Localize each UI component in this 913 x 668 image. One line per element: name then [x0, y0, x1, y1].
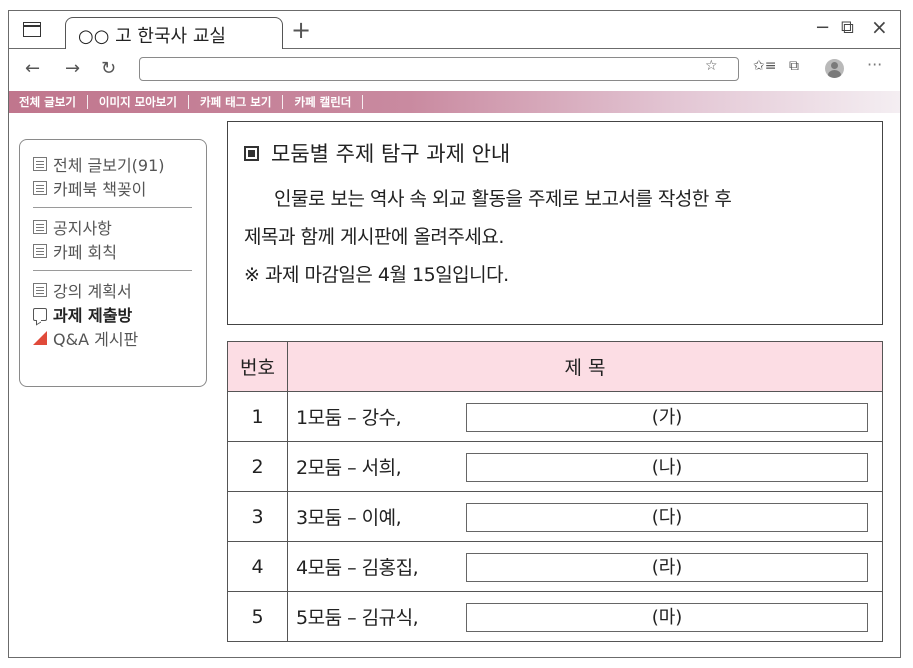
favorite-star-icon[interactable]: ☆	[705, 58, 718, 74]
row-number: 1	[227, 391, 288, 442]
sidebar-item-label: Q&A 게시판	[53, 330, 139, 349]
row-group: 2모둠 – 서희,	[296, 457, 402, 479]
menu-all-posts[interactable]: 전체 글보기	[19, 95, 88, 109]
notice-title-text: 모둠별 주제 탐구 과제 안내	[271, 142, 511, 166]
row-group: 1모둠 – 강수,	[296, 407, 402, 429]
back-icon[interactable]: ←	[25, 58, 40, 79]
row-number: 2	[227, 441, 288, 492]
sidebar-divider	[33, 270, 192, 271]
notice-line: 인물로 보는 역사 속 외교 활동을 주제로 보고서를 작성한 후	[274, 188, 732, 210]
sidebar-item-label: 카페 회칙	[53, 243, 117, 262]
row-number: 4	[227, 541, 288, 592]
table-header-row: 번호 제 목	[227, 341, 883, 392]
notice-title: 모둠별 주제 탐구 과제 안내	[244, 138, 868, 168]
address-bar[interactable]	[139, 57, 739, 81]
title-answer-box: (마)	[466, 603, 868, 632]
square-bullet-icon	[244, 145, 259, 161]
document-icon	[33, 181, 47, 195]
row-title-cell[interactable]: 3모둠 – 이예, (다)	[287, 491, 883, 542]
browser-window: ○○ 고 한국사 교실 + − ⧉ × ← → ↻ ☆ ✩≡ ⧉ ··· 전체 …	[8, 10, 901, 658]
notice-deadline: ※ 과제 마감일은 4월 15일입니다.	[244, 264, 509, 286]
menu-cafe-tags[interactable]: 카페 태그 보기	[189, 95, 284, 109]
menu-cafe-calendar[interactable]: 카페 캘린더	[283, 95, 364, 109]
sidebar-item-label: 과제 제출방	[53, 306, 133, 325]
sidebar-item-label: 카페북 책꽂이	[53, 180, 147, 199]
sidebar-item-syllabus[interactable]: 강의 계획서	[20, 278, 206, 302]
notice-box: 모둠별 주제 탐구 과제 안내 인물로 보는 역사 속 외교 활동을 주제로 보…	[227, 121, 883, 325]
sidebar-item-qa-board[interactable]: Q&A 게시판	[20, 326, 206, 350]
table-row[interactable]: 5 5모둠 – 김규식, (마)	[227, 591, 883, 642]
table-row[interactable]: 1 1모둠 – 강수, (가)	[227, 391, 883, 442]
profile-avatar-icon[interactable]	[825, 59, 844, 78]
close-icon[interactable]: ×	[871, 15, 888, 39]
row-group: 3모둠 – 이예,	[296, 507, 402, 529]
browser-tab[interactable]: ○○ 고 한국사 교실	[65, 17, 283, 50]
row-number: 3	[227, 491, 288, 542]
sidebar-item-label: 강의 계획서	[53, 282, 132, 301]
row-title-cell[interactable]: 4모둠 – 김홍집, (라)	[287, 541, 883, 592]
notice-line: 제목과 함께 게시판에 올려주세요.	[244, 226, 504, 248]
address-row: ← → ↻ ☆ ✩≡ ⧉ ···	[9, 49, 900, 91]
row-title-cell[interactable]: 5모둠 – 김규식, (마)	[287, 591, 883, 642]
sidebar-item-cafebook[interactable]: 카페북 책꽂이	[20, 176, 206, 200]
table-row[interactable]: 4 4모둠 – 김홍집, (라)	[227, 541, 883, 592]
row-title-cell[interactable]: 1모둠 – 강수, (가)	[287, 391, 883, 442]
tab-title: ○○ 고 한국사 교실	[78, 26, 226, 47]
sidebar-item-label: 공지사항	[53, 219, 112, 238]
more-options-icon[interactable]: ···	[867, 55, 882, 74]
chat-icon	[33, 307, 47, 321]
posts-table: 번호 제 목 1 1모둠 – 강수, (가) 2 2모둠 – 서희, (나) 3…	[227, 341, 883, 642]
window-menu-icon[interactable]	[23, 22, 41, 37]
menu-image-gallery[interactable]: 이미지 모아보기	[88, 95, 189, 109]
row-group: 5모둠 – 김규식,	[296, 607, 419, 629]
sidebar-item-assignment-submission[interactable]: 과제 제출방	[20, 302, 206, 326]
title-bar: ○○ 고 한국사 교실 + − ⧉ ×	[9, 11, 900, 50]
minimize-icon[interactable]: −	[815, 17, 830, 38]
document-icon	[33, 244, 47, 258]
cafe-menu-bar: 전체 글보기 이미지 모아보기 카페 태그 보기 카페 캘린더	[9, 91, 900, 113]
row-group: 4모둠 – 김홍집,	[296, 557, 419, 579]
forward-icon[interactable]: →	[65, 58, 80, 79]
table-row[interactable]: 2 2모둠 – 서희, (나)	[227, 441, 883, 492]
qa-board-icon	[33, 331, 47, 345]
collections-icon[interactable]: ⧉	[789, 58, 799, 74]
sidebar: 전체 글보기(91) 카페북 책꽂이 공지사항 카페 회칙 강의 계획서 과제 …	[19, 139, 207, 387]
new-tab-button[interactable]: +	[291, 16, 311, 44]
restore-icon[interactable]: ⧉	[841, 17, 854, 38]
title-answer-box: (다)	[466, 503, 868, 532]
title-answer-box: (라)	[466, 553, 868, 582]
sidebar-item-notices[interactable]: 공지사항	[20, 215, 206, 239]
favorites-list-icon[interactable]: ✩≡	[753, 58, 776, 74]
document-icon	[33, 283, 47, 297]
sidebar-item-label: 전체 글보기(91)	[53, 156, 165, 175]
document-icon	[33, 157, 47, 171]
notice-body: 인물로 보는 역사 속 외교 활동을 주제로 보고서를 작성한 후 제목과 함께…	[244, 180, 868, 294]
header-title: 제 목	[287, 341, 883, 392]
table-row[interactable]: 3 3모둠 – 이예, (다)	[227, 491, 883, 542]
sidebar-divider	[33, 207, 192, 208]
sidebar-item-all-posts[interactable]: 전체 글보기(91)	[20, 152, 206, 176]
title-answer-box: (가)	[466, 403, 868, 432]
refresh-icon[interactable]: ↻	[101, 58, 116, 79]
header-number: 번호	[227, 341, 288, 392]
row-number: 5	[227, 591, 288, 642]
row-title-cell[interactable]: 2모둠 – 서희, (나)	[287, 441, 883, 492]
title-answer-box: (나)	[466, 453, 868, 482]
document-icon	[33, 220, 47, 234]
sidebar-item-rules[interactable]: 카페 회칙	[20, 239, 206, 263]
